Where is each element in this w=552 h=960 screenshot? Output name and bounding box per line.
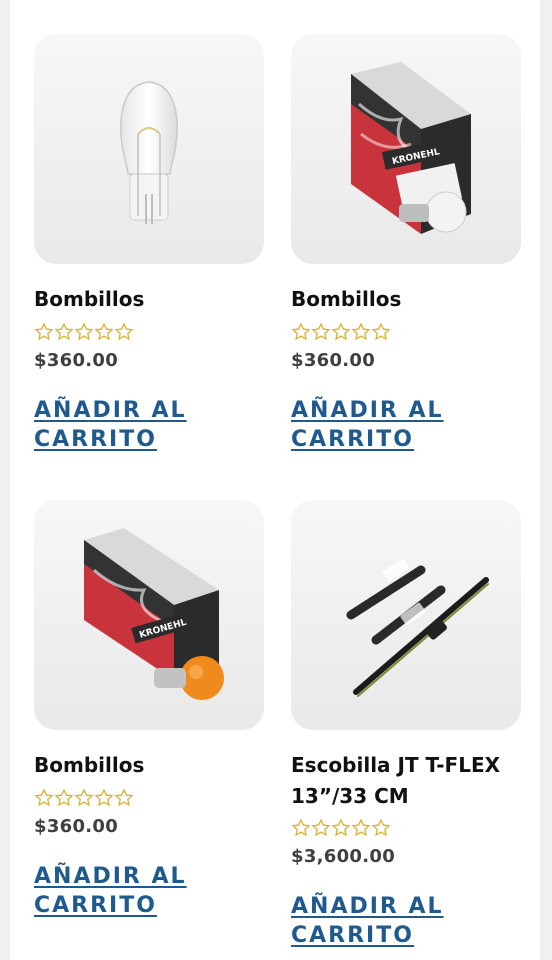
- product-price: $360.00: [34, 816, 119, 837]
- product-title-line2: 13”/33 CM: [291, 784, 409, 808]
- product-title[interactable]: Bombillos: [291, 284, 521, 315]
- product-title[interactable]: Bombillos: [34, 284, 264, 315]
- add-to-cart-label-line2: CARRITO: [34, 893, 157, 918]
- product-price: $360.00: [34, 350, 119, 371]
- add-to-cart-label-line2: CARRITO: [34, 427, 157, 452]
- star-empty-icon: [114, 788, 134, 807]
- star-empty-icon: [34, 788, 54, 807]
- product-price: $3,600.00: [291, 846, 396, 867]
- rating-stars: [291, 322, 391, 342]
- product-image-clear-bulb[interactable]: [34, 34, 264, 264]
- star-empty-icon: [311, 818, 331, 837]
- star-empty-icon: [94, 788, 114, 807]
- wiper-blade-illustration: [346, 558, 489, 697]
- rating-stars: [34, 788, 134, 808]
- rating-stars: [34, 322, 134, 342]
- boxed-amber-bulb-illustration: KRONEHL: [84, 528, 224, 700]
- add-to-cart-button[interactable]: AÑADIR AL CARRITO: [291, 892, 521, 950]
- add-to-cart-button[interactable]: AÑADIR AL CARRITO: [34, 862, 264, 920]
- star-empty-icon: [291, 818, 311, 837]
- product-title[interactable]: Bombillos: [34, 750, 264, 781]
- add-to-cart-button[interactable]: AÑADIR AL CARRITO: [34, 396, 264, 454]
- add-to-cart-button[interactable]: AÑADIR AL CARRITO: [291, 396, 521, 454]
- star-empty-icon: [311, 322, 331, 341]
- add-to-cart-label-line1: AÑADIR AL: [34, 398, 187, 423]
- product-grid: Bombillos $360.00 AÑADIR AL CARRITO KRON…: [10, 0, 540, 960]
- star-empty-icon: [331, 818, 351, 837]
- star-empty-icon: [74, 788, 94, 807]
- product-title-line1: Escobilla JT T-FLEX: [291, 753, 501, 777]
- add-to-cart-label-line1: AÑADIR AL: [34, 864, 187, 889]
- add-to-cart-label-line1: AÑADIR AL: [291, 894, 444, 919]
- add-to-cart-label-line1: AÑADIR AL: [291, 398, 444, 423]
- star-empty-icon: [331, 322, 351, 341]
- star-empty-icon: [94, 322, 114, 341]
- product-image-wiper-blade[interactable]: [291, 500, 521, 730]
- boxed-bulb-illustration: KRONEHL: [351, 62, 471, 234]
- product-title[interactable]: Escobilla JT T-FLEX 13”/33 CM: [291, 750, 521, 812]
- star-empty-icon: [371, 818, 391, 837]
- star-empty-icon: [351, 818, 371, 837]
- product-image-kronehl-box-clear-bulb[interactable]: KRONEHL: [291, 34, 521, 264]
- product-price: $360.00: [291, 350, 376, 371]
- star-empty-icon: [34, 322, 54, 341]
- star-empty-icon: [371, 322, 391, 341]
- add-to-cart-label-line2: CARRITO: [291, 427, 414, 452]
- bulb-illustration: [120, 81, 178, 224]
- star-empty-icon: [54, 788, 74, 807]
- star-empty-icon: [114, 322, 134, 341]
- product-image-kronehl-box-amber-bulb[interactable]: KRONEHL: [34, 500, 264, 730]
- add-to-cart-label-line2: CARRITO: [291, 923, 414, 948]
- rating-stars: [291, 818, 391, 838]
- star-empty-icon: [351, 322, 371, 341]
- star-empty-icon: [74, 322, 94, 341]
- star-empty-icon: [54, 322, 74, 341]
- star-empty-icon: [291, 322, 311, 341]
